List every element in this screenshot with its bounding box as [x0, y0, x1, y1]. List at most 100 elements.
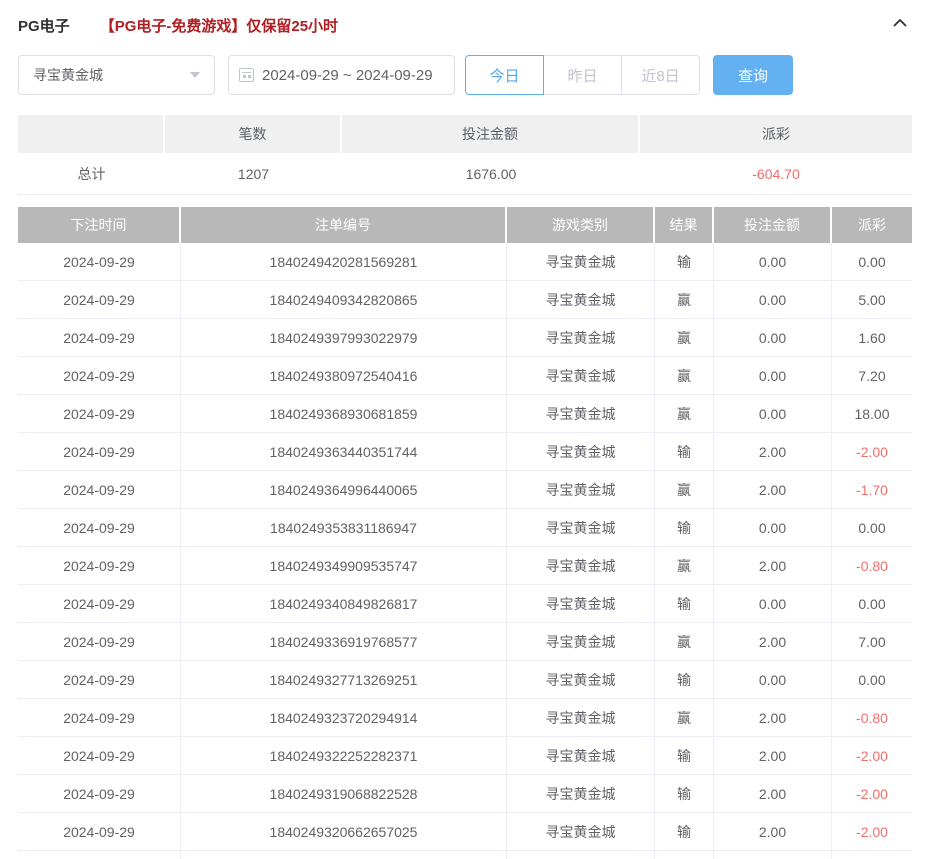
empty-cell [714, 851, 832, 859]
cell-game-type: 寻宝黄金城 [507, 471, 655, 508]
summary-col-bet-amount: 投注金额 [342, 115, 640, 153]
cell-bet-id: 1840249340849826817 [181, 585, 507, 622]
cell-result: 输 [655, 661, 714, 698]
cell-bet-id: 1840249380972540416 [181, 357, 507, 394]
cell-result: 输 [655, 813, 714, 850]
cell-result: 赢 [655, 357, 714, 394]
cell-result: 输 [655, 243, 714, 280]
cell-bet-time: 2024-09-29 [18, 547, 181, 584]
table-row: 2024-09-29 1840249340849826817 寻宝黄金城输 0.00 0… [18, 585, 912, 623]
table-row: 2024-09-29 1840249368930681859 寻宝黄金城赢 0.00 1… [18, 395, 912, 433]
cell-game-type: 寻宝黄金城 [507, 737, 655, 774]
calendar-icon [239, 68, 254, 82]
cell-bet-time: 2024-09-29 [18, 813, 181, 850]
cell-bet-amount: 0.00 [714, 357, 832, 394]
chevron-up-icon [891, 14, 909, 37]
cell-game-type: 寻宝黄金城 [507, 585, 655, 622]
cell-bet-id: 1840249368930681859 [181, 395, 507, 432]
table-row: 2024-09-29 1840249336919768577 寻宝黄金城赢 2.00 7… [18, 623, 912, 661]
col-result: 结果 [655, 207, 714, 243]
cell-payout: -2.00 [856, 747, 888, 764]
cell-bet-time: 2024-09-29 [18, 699, 181, 736]
cell-result: 输 [655, 509, 714, 546]
cell-bet-amount: 2.00 [714, 623, 832, 660]
filter-bar: 寻宝黄金城 2024-09-29 ~ 2024-09-29 今日 昨日 近8日 … [18, 55, 912, 95]
table-row: 2024-09-29 1840249364996440065 寻宝黄金城赢 2.00 -… [18, 471, 912, 509]
cell-game-type: 寻宝黄金城 [507, 243, 655, 280]
empty-cell [181, 851, 507, 859]
game-select[interactable]: 寻宝黄金城 [18, 55, 215, 95]
empty-cell [655, 851, 714, 859]
cell-bet-id: 1840249320662657025 [181, 813, 507, 850]
cell-result: 输 [655, 585, 714, 622]
cell-payout: 0.00 [858, 595, 886, 612]
summary-col-empty [18, 115, 165, 153]
cell-payout: -1.70 [856, 481, 888, 498]
collapse-button[interactable] [888, 13, 912, 37]
cell-bet-amount: 2.00 [714, 737, 832, 774]
cell-bet-amount: 2.00 [714, 775, 832, 812]
table-row: 2024-09-29 1840249322252282371 寻宝黄金城输 2.00 -… [18, 737, 912, 775]
cell-bet-id: 1840249323720294914 [181, 699, 507, 736]
table-row-partial [18, 851, 912, 859]
last-8-days-button[interactable]: 近8日 [621, 55, 700, 95]
col-game-type: 游戏类别 [507, 207, 655, 243]
cell-game-type: 寻宝黄金城 [507, 433, 655, 470]
cell-bet-id: 1840249409342820865 [181, 281, 507, 318]
summary-total-count: 1207 [237, 165, 270, 182]
cell-bet-time: 2024-09-29 [18, 623, 181, 660]
yesterday-button[interactable]: 昨日 [543, 55, 622, 95]
table-row: 2024-09-29 1840249380972540416 寻宝黄金城赢 0.00 7… [18, 357, 912, 395]
summary-table-header: 笔数 投注金额 派彩 [18, 115, 912, 153]
cell-bet-amount: 0.00 [714, 395, 832, 432]
cell-result: 赢 [655, 281, 714, 318]
cell-bet-time: 2024-09-29 [18, 433, 181, 470]
bet-records-table-body: 2024-09-29 1840249420281569281 寻宝黄金城输 0.00 0… [18, 243, 912, 859]
cell-game-type: 寻宝黄金城 [507, 699, 655, 736]
cell-game-type: 寻宝黄金城 [507, 281, 655, 318]
col-bet-amount: 投注金额 [714, 207, 832, 243]
cell-bet-id: 1840249322252282371 [181, 737, 507, 774]
cell-game-type: 寻宝黄金城 [507, 319, 655, 356]
col-bet-id: 注单编号 [181, 207, 507, 243]
cell-result: 赢 [655, 319, 714, 356]
cell-payout: -2.00 [856, 785, 888, 802]
cell-result: 赢 [655, 547, 714, 584]
table-row: 2024-09-29 1840249353831186947 寻宝黄金城输 0.00 0… [18, 509, 912, 547]
summary-total-payout: -604.70 [752, 165, 800, 182]
panel-notice: 【PG电子-免费游戏】仅保留25小时 [99, 17, 339, 35]
summary-col-count: 笔数 [165, 115, 342, 153]
cell-game-type: 寻宝黄金城 [507, 661, 655, 698]
table-row: 2024-09-29 1840249320662657025 寻宝黄金城输 2.00 -… [18, 813, 912, 851]
cell-game-type: 寻宝黄金城 [507, 623, 655, 660]
cell-bet-amount: 2.00 [714, 471, 832, 508]
date-range-input[interactable]: 2024-09-29 ~ 2024-09-29 [228, 55, 455, 95]
cell-game-type: 寻宝黄金城 [507, 509, 655, 546]
cell-game-type: 寻宝黄金城 [507, 547, 655, 584]
cell-bet-time: 2024-09-29 [18, 319, 181, 356]
table-row: 2024-09-29 1840249319068822528 寻宝黄金城输 2.00 -… [18, 775, 912, 813]
cell-bet-time: 2024-09-29 [18, 243, 181, 280]
cell-bet-amount: 0.00 [714, 661, 832, 698]
cell-bet-id: 1840249364996440065 [181, 471, 507, 508]
bet-records-table-header: 下注时间 注单编号 游戏类别 结果 投注金额 派彩 [18, 207, 912, 243]
cell-result: 赢 [655, 699, 714, 736]
cell-payout: -0.80 [856, 709, 888, 726]
cell-bet-amount: 2.00 [714, 433, 832, 470]
cell-payout: 0.00 [858, 519, 886, 536]
cell-payout: -0.80 [856, 557, 888, 574]
cell-payout: -2.00 [856, 443, 888, 460]
search-button[interactable]: 查询 [713, 55, 793, 95]
bet-records-table: 下注时间 注单编号 游戏类别 结果 投注金额 派彩 2024-09-29 1840… [18, 207, 912, 859]
cell-bet-id: 1840249349909535747 [181, 547, 507, 584]
cell-game-type: 寻宝黄金城 [507, 357, 655, 394]
today-button[interactable]: 今日 [465, 55, 544, 95]
cell-payout: 0.00 [858, 671, 886, 688]
table-row: 2024-09-29 1840249327713269251 寻宝黄金城输 0.00 0… [18, 661, 912, 699]
cell-bet-id: 1840249327713269251 [181, 661, 507, 698]
empty-cell [18, 851, 181, 859]
cell-payout: 18.00 [854, 405, 890, 422]
cell-bet-time: 2024-09-29 [18, 585, 181, 622]
pg-records-panel: PG电子 【PG电子-免费游戏】仅保留25小时 寻宝黄金城 2024-09-29… [0, 0, 930, 859]
cell-bet-amount: 0.00 [714, 509, 832, 546]
